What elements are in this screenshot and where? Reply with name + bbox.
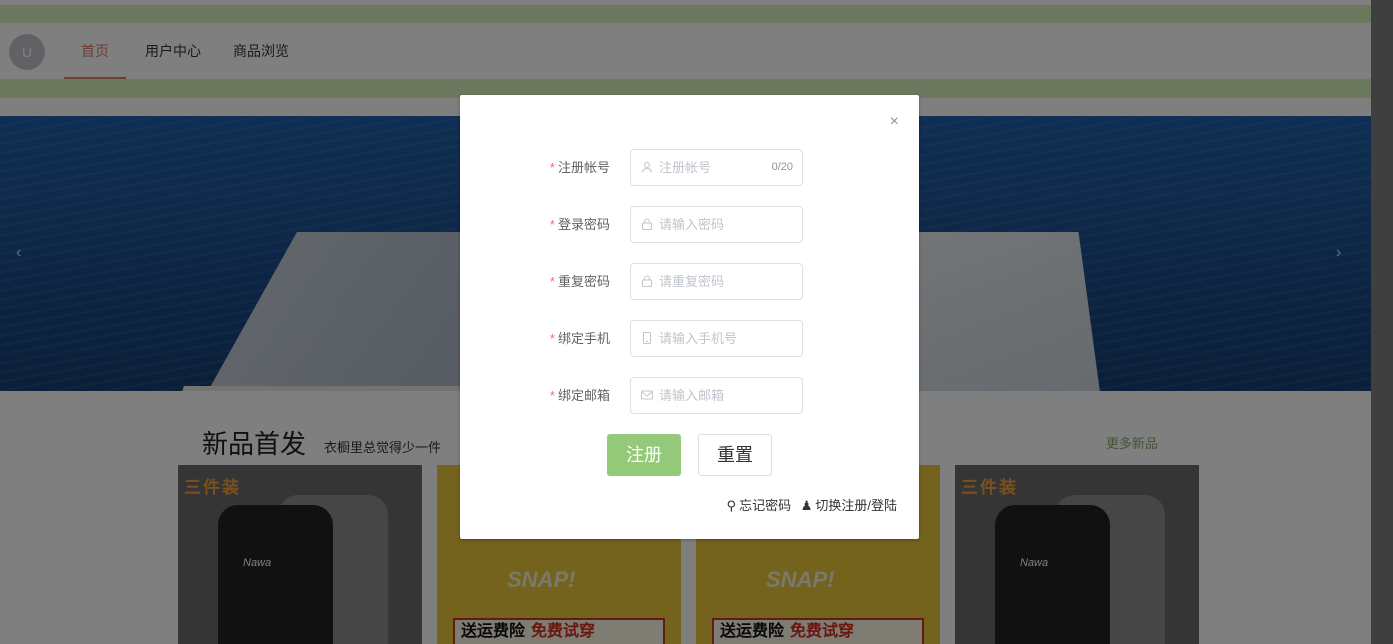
field-label: * 登录密码: [549, 217, 610, 232]
field-label: * 注册帐号: [549, 160, 610, 175]
form-row-phone: * 绑定手机 请输入手机号: [460, 320, 919, 357]
register-button[interactable]: 注册: [607, 434, 681, 476]
form-row-repeat-password: * 重复密码 请重复密码: [460, 263, 919, 300]
mail-icon: [641, 389, 653, 401]
reset-button[interactable]: 重置: [698, 434, 772, 476]
field-label: * 绑定手机: [549, 331, 610, 346]
lock-icon: [641, 218, 653, 230]
phone-icon: [641, 332, 653, 344]
dialog-footer-links: ⚲ 忘记密码 ♟ 切换注册/登陆: [724, 495, 897, 514]
lock-icon: [641, 275, 653, 287]
user-icon: [641, 161, 653, 173]
switch-login-link[interactable]: 切换注册/登陆: [815, 498, 897, 513]
close-icon[interactable]: ×: [890, 113, 899, 131]
form-row-password: * 登录密码 请输入密码: [460, 206, 919, 243]
form-row-email: * 绑定邮箱 请输入邮箱: [460, 377, 919, 414]
password-input[interactable]: 请输入密码: [630, 206, 803, 243]
email-input[interactable]: 请输入邮箱: [630, 377, 803, 414]
phone-input[interactable]: 请输入手机号: [630, 320, 803, 357]
account-input[interactable]: 注册帐号 0/20: [630, 149, 803, 186]
user-icon: ♟: [800, 498, 813, 513]
form-row-account: * 注册帐号 注册帐号 0/20: [460, 149, 919, 186]
field-label: * 绑定邮箱: [549, 388, 610, 403]
key-icon: ⚲: [726, 498, 737, 513]
forgot-password-link[interactable]: 忘记密码: [739, 498, 791, 513]
char-counter: 0/20: [771, 161, 793, 173]
repeat-password-input[interactable]: 请重复密码: [630, 263, 803, 300]
register-dialog: × * 注册帐号 注册帐号 0/20 * 登录密码 请输入密码 * 重复密码 请重复密…: [460, 95, 919, 539]
field-label: * 重复密码: [549, 274, 610, 289]
